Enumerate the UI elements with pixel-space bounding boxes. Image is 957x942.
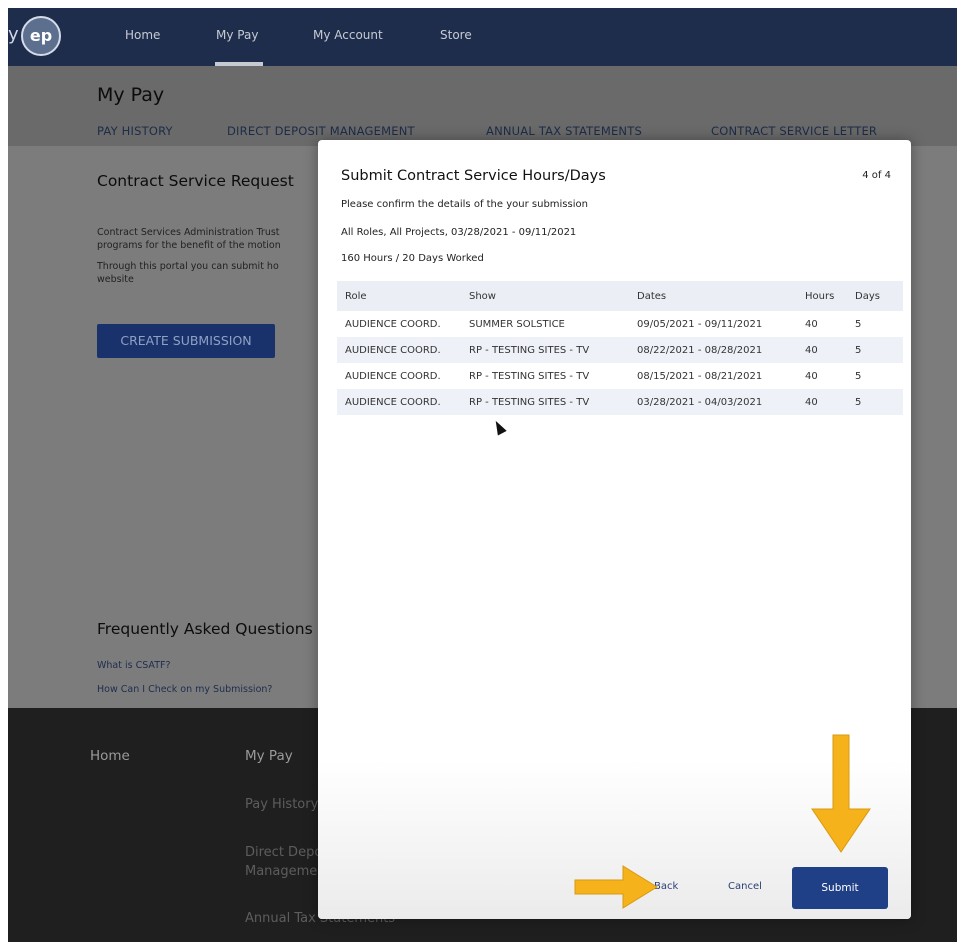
intro-text-line: Through this portal you can submit ho — [97, 261, 279, 272]
step-indicator: 4 of 4 — [862, 170, 891, 181]
modal-title: Submit Contract Service Hours/Days — [341, 168, 606, 184]
tab-pay-history[interactable]: PAY HISTORY — [97, 124, 173, 138]
cell-role: AUDIENCE COORD. — [337, 337, 461, 363]
nav-my-account[interactable]: My Account — [313, 28, 383, 42]
cell-show: RP - TESTING SITES - TV — [461, 337, 629, 363]
mouse-cursor-icon — [491, 418, 507, 436]
submission-table: Role Show Dates Hours Days AUDIENCE COOR… — [337, 281, 903, 415]
logo-prefix: y — [8, 24, 19, 45]
table-header-row: Role Show Dates Hours Days — [337, 281, 903, 311]
totals-line: 160 Hours / 20 Days Worked — [341, 253, 484, 264]
footer-home-link[interactable]: Home — [90, 748, 130, 764]
cell-show: RP - TESTING SITES - TV — [469, 370, 590, 382]
page-title: My Pay — [97, 84, 165, 106]
footer-my-pay-link[interactable]: My Pay — [245, 748, 293, 764]
cell-hours: 40 — [797, 389, 847, 415]
cell-dates: 08/15/2021 - 08/21/2021 — [637, 370, 763, 382]
brand-logo[interactable]: ep — [21, 16, 61, 56]
cell-hours: 40 — [805, 370, 818, 382]
cell-hours: 40 — [797, 337, 847, 363]
column-header-days: Days — [847, 281, 903, 311]
column-header-dates: Dates — [629, 281, 797, 311]
column-header-hours: Hours — [797, 281, 847, 311]
cell-days: 5 — [855, 370, 862, 382]
footer-pay-history-link[interactable]: Pay History — [245, 797, 318, 812]
cell-dates: 08/22/2021 - 08/28/2021 — [629, 337, 797, 363]
intro-text-line: website — [97, 274, 134, 285]
column-header-role: Role — [337, 281, 461, 311]
cell-role: AUDIENCE COORD. — [345, 370, 441, 382]
top-navigation: y ep Home My Pay My Account Store — [8, 8, 957, 66]
cell-dates: 03/28/2021 - 04/03/2021 — [629, 389, 797, 415]
contract-service-request-heading: Contract Service Request — [97, 172, 294, 190]
cell-role: AUDIENCE COORD. — [345, 318, 441, 330]
nav-store[interactable]: Store — [440, 28, 472, 42]
faq-heading: Frequently Asked Questions — [97, 620, 313, 638]
create-submission-button[interactable]: CREATE SUBMISSION — [97, 324, 275, 358]
cell-role: AUDIENCE COORD. — [337, 389, 461, 415]
submit-button[interactable]: Submit — [792, 867, 888, 909]
cancel-button[interactable]: Cancel — [728, 881, 762, 892]
faq-link-check-submission[interactable]: How Can I Check on my Submission? — [97, 684, 272, 695]
tab-contract-service-letter[interactable]: CONTRACT SERVICE LETTER — [711, 124, 877, 138]
confirm-text: Please confirm the details of the your s… — [341, 199, 588, 210]
cell-days: 5 — [855, 318, 862, 330]
annotation-arrow-down-icon — [811, 734, 871, 853]
intro-text-line: programs for the benefit of the motion — [97, 240, 281, 251]
nav-home[interactable]: Home — [125, 28, 160, 42]
table-row: AUDIENCE COORD. RP - TESTING SITES - TV … — [337, 389, 903, 415]
cell-show: RP - TESTING SITES - TV — [461, 389, 629, 415]
tab-direct-deposit[interactable]: DIRECT DEPOSIT MANAGEMENT — [227, 124, 415, 138]
cell-dates: 09/05/2021 - 09/11/2021 — [637, 318, 763, 330]
cell-show: SUMMER SOLSTICE — [469, 318, 565, 330]
cell-days: 5 — [847, 337, 903, 363]
table-row: AUDIENCE COORD. SUMMER SOLSTICE 09/05/20… — [337, 311, 903, 337]
intro-text-line: Contract Services Administration Trust — [97, 227, 280, 238]
table-row: AUDIENCE COORD. RP - TESTING SITES - TV … — [337, 337, 903, 363]
app-frame: y ep Home My Pay My Account Store My Pay… — [8, 8, 957, 942]
nav-my-pay[interactable]: My Pay — [216, 28, 258, 42]
column-header-show: Show — [461, 281, 629, 311]
summary-line: All Roles, All Projects, 03/28/2021 - 09… — [341, 227, 577, 238]
cell-hours: 40 — [805, 318, 818, 330]
faq-link-what-is-csatf[interactable]: What is CSATF? — [97, 660, 171, 671]
annotation-arrow-right-icon — [574, 865, 658, 909]
table-row: AUDIENCE COORD. RP - TESTING SITES - TV … — [337, 363, 903, 389]
sub-header: My Pay PAY HISTORY DIRECT DEPOSIT MANAGE… — [8, 66, 957, 146]
tab-annual-tax[interactable]: ANNUAL TAX STATEMENTS — [486, 124, 642, 138]
cell-days: 5 — [847, 389, 903, 415]
